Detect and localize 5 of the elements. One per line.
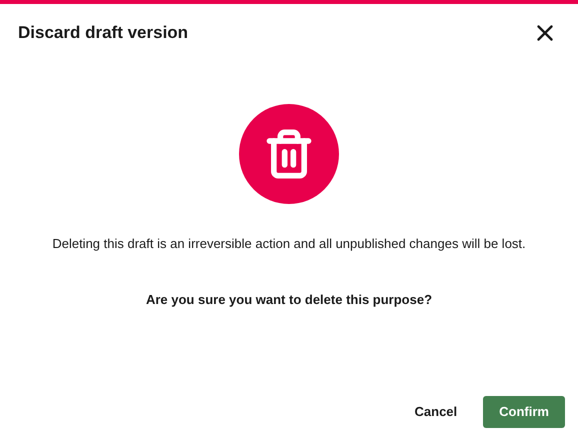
- confirmation-question: Are you sure you want to delete this purpose?: [144, 291, 434, 309]
- cancel-button[interactable]: Cancel: [414, 396, 458, 428]
- dialog-title: Discard draft version: [18, 22, 188, 44]
- confirm-button[interactable]: Confirm: [483, 396, 565, 428]
- warning-message: Deleting this draft is an irreversible action and all unpublished changes will be lost.: [51, 235, 527, 253]
